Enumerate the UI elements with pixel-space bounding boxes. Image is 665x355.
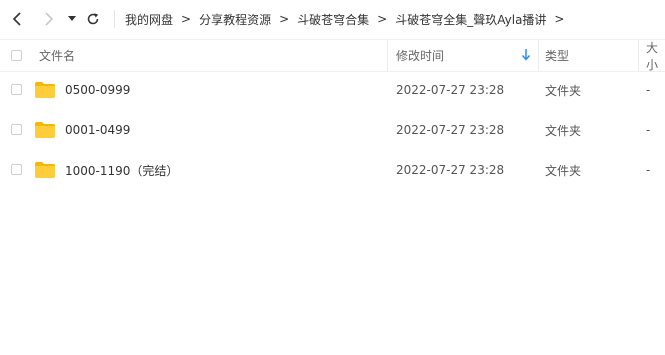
- chevron-right-icon: [45, 12, 54, 26]
- select-all-checkbox[interactable]: [11, 50, 22, 61]
- column-header-modified[interactable]: 修改时间: [396, 40, 444, 71]
- breadcrumb-separator: >: [554, 12, 565, 26]
- folder-icon: [35, 82, 55, 98]
- history-dropdown-button[interactable]: [64, 9, 80, 29]
- file-size: -: [646, 163, 651, 177]
- file-modified: 2022-07-27 23:28: [396, 163, 505, 177]
- column-header-type[interactable]: 类型: [545, 40, 569, 71]
- column-divider[interactable]: [638, 40, 639, 71]
- back-button[interactable]: [8, 9, 28, 29]
- row-checkbox[interactable]: [11, 164, 22, 175]
- table-row[interactable]: 0500-0999 2022-07-27 23:28 文件夹 -: [0, 70, 665, 110]
- toolbar: 我的网盘 > 分享教程资源 > 斗破苍穹合集 > 斗破苍穹全集_聲玖Ayla播讲…: [0, 0, 665, 38]
- column-header-size[interactable]: 大小: [646, 40, 665, 72]
- table-row[interactable]: 1000-1190（完结） 2022-07-27 23:28 文件夹 -: [0, 150, 665, 190]
- file-name[interactable]: 0500-0999: [65, 70, 130, 110]
- folder-icon: [35, 122, 55, 138]
- file-modified: 2022-07-27 23:28: [396, 123, 505, 137]
- sort-descending-icon[interactable]: [521, 48, 531, 62]
- file-type: 文件夹: [545, 83, 582, 98]
- toolbar-divider: [114, 10, 115, 28]
- caret-down-icon: [68, 16, 76, 21]
- breadcrumb-separator: >: [279, 12, 290, 26]
- file-list-header: 文件名 修改时间 类型 大小: [0, 39, 665, 72]
- breadcrumb-separator: >: [181, 12, 192, 26]
- chevron-left-icon: [12, 12, 21, 26]
- file-name[interactable]: 0001-0499: [65, 110, 130, 150]
- file-name[interactable]: 1000-1190（完结）: [65, 150, 178, 190]
- file-size: -: [646, 123, 651, 137]
- row-checkbox[interactable]: [11, 84, 22, 95]
- table-row[interactable]: 0001-0499 2022-07-27 23:28 文件夹 -: [0, 110, 665, 150]
- refresh-icon: [87, 13, 99, 25]
- forward-button[interactable]: [38, 9, 58, 29]
- row-checkbox[interactable]: [11, 124, 22, 135]
- file-modified: 2022-07-27 23:28: [396, 83, 505, 97]
- file-size: -: [646, 83, 651, 97]
- breadcrumb-item[interactable]: 分享教程资源: [199, 11, 271, 28]
- breadcrumb-separator: >: [377, 12, 388, 26]
- column-header-name[interactable]: 文件名: [39, 40, 75, 71]
- column-divider[interactable]: [387, 40, 388, 71]
- breadcrumb: 我的网盘 > 分享教程资源 > 斗破苍穹合集 > 斗破苍穹全集_聲玖Ayla播讲…: [125, 0, 572, 38]
- file-type: 文件夹: [545, 163, 582, 178]
- breadcrumb-item-root[interactable]: 我的网盘: [125, 11, 173, 28]
- file-type: 文件夹: [545, 123, 582, 138]
- refresh-button[interactable]: [83, 9, 103, 29]
- breadcrumb-item[interactable]: 斗破苍穹合集: [297, 11, 369, 28]
- breadcrumb-item-current[interactable]: 斗破苍穹全集_聲玖Ayla播讲: [395, 11, 546, 28]
- column-divider[interactable]: [538, 40, 539, 71]
- folder-icon: [35, 162, 55, 178]
